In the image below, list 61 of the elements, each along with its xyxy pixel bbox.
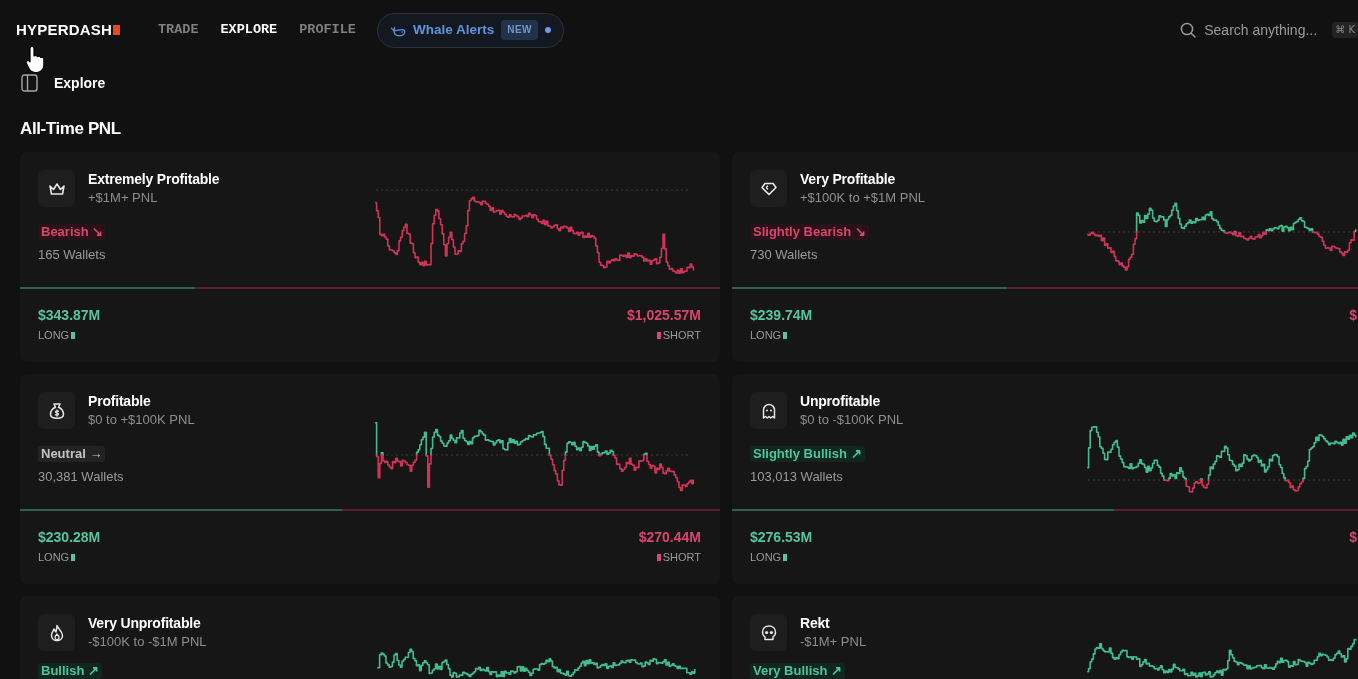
short-value: $ [1349,528,1357,547]
long-label: LONG [38,550,70,564]
card-title: Very Unprofitable [88,614,202,632]
money-bag-icon [38,392,75,429]
long-label: LONG [750,550,782,564]
skull-icon [750,614,787,651]
search-icon [1180,22,1197,38]
nav-tab[interactable]: EXPLORE [220,21,278,39]
long-marker-icon [71,331,76,339]
pnl-range: -$1M+ PNL [800,633,867,651]
short-label: SHORT [662,550,701,564]
card-title: Profitable [88,392,152,410]
flame-icon [38,614,75,651]
long-label: LONG [750,328,782,342]
long-label: LONG [38,328,70,342]
pnl-range: -$100K to -$1M PNL [88,633,207,651]
page-title: Explore [54,74,106,92]
shortcut-key: ⌘ K [1332,22,1358,38]
short-value: $1,025.57M [627,306,701,325]
nav-tab[interactable]: TRADE [158,21,199,39]
whale-alerts-button[interactable]: Whale Alerts NEW [376,12,565,48]
search-field[interactable]: Search anything... ⌘ K [1180,19,1358,41]
nav-tab[interactable]: PROFILE [299,21,356,39]
long-value: $230.28M [38,528,101,547]
sentiment-label: Slightly Bullish ↗ [750,446,865,462]
long-marker-icon [783,553,788,561]
pnl-range: +$1M+ PNL [88,189,159,207]
sentiment-label: Very Bullish ↗ [750,663,846,679]
sentiment-label: Bullish ↗ [38,663,102,679]
crown-icon [38,170,75,207]
card-title: Rekt [800,614,831,632]
wallet-count: 730 Wallets [750,246,818,264]
short-marker-icon [656,331,661,339]
wallet-count: 165 Wallets [38,246,106,264]
short-value: $270.44M [638,528,701,547]
logo-text: HYPERDASH [16,21,112,39]
hand-cursor-icon [25,45,47,75]
new-badge: NEW [501,20,539,40]
pnl-range: $0 to +$100K PNL [88,411,195,429]
card-title: Extremely Profitable [88,170,220,188]
short-label: SHORT [662,328,701,342]
long-value: $343.87M [38,306,101,325]
card-title: Unprofitable [800,392,882,410]
card-title: Very Profitable [800,170,897,188]
long-marker-icon [783,331,788,339]
long-marker-icon [71,553,76,561]
sentiment-label: Slightly Bearish ↘ [750,224,869,240]
wallet-count: 103,013 Wallets [750,468,843,486]
sentiment-label: Bearish ↘ [38,224,107,240]
pnl-range: $0 to -$100K PNL [800,411,904,429]
long-value: $239.74M [750,306,813,325]
short-value: $ [1349,306,1357,325]
logo-mark-icon [113,25,120,35]
short-marker-icon [656,553,661,561]
long-value: $276.53M [750,528,813,547]
ghost-icon [750,392,787,429]
section-title: All-Time PNL [20,118,121,140]
sentiment-label: Neutral → [38,446,106,462]
wallet-count: 30,381 Wallets [38,468,124,486]
sidebar-toggle-icon[interactable] [21,74,38,92]
pnl-range: +$100K to +$1M PNL [800,189,926,207]
